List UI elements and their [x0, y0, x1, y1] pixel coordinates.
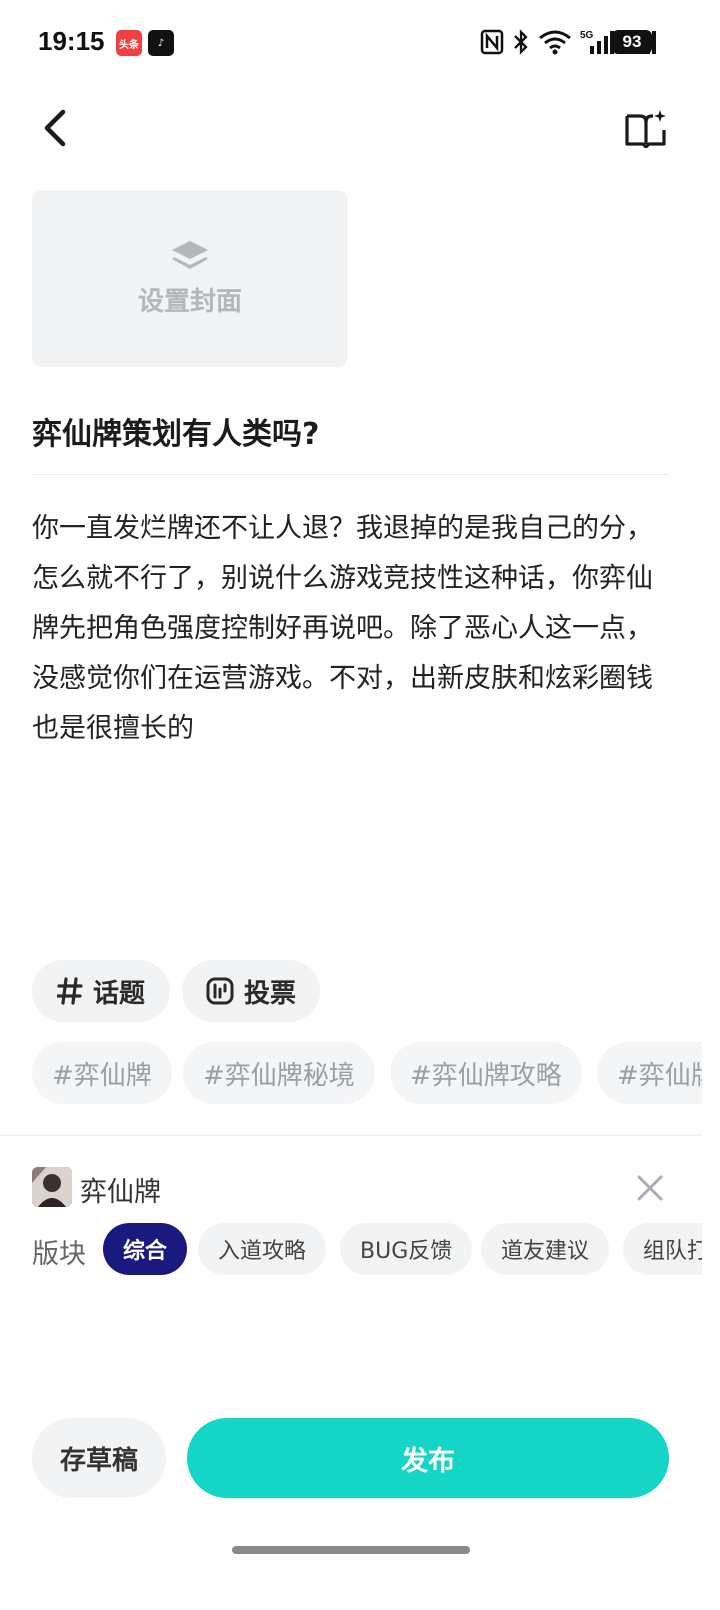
section-chip-suggestions[interactable]: 道友建议: [481, 1223, 610, 1275]
writing-guide-button[interactable]: [618, 100, 674, 156]
hashtag-icon: [56, 977, 83, 1005]
post-body-input[interactable]: 你一直发烂牌还不让人退？我退掉的是我自己的分，怎么就不行了，别说什么游戏竞技性这…: [32, 504, 672, 754]
remove-game-button[interactable]: [630, 1170, 670, 1206]
network-label-1: 5G: [580, 30, 594, 41]
vote-label: 投票: [243, 978, 296, 1009]
publish-button[interactable]: 发布: [187, 1418, 669, 1498]
section-chip-general[interactable]: 综合: [103, 1223, 188, 1275]
chevron-left-icon: [44, 109, 66, 147]
section-chip-row: 综合 入道攻略 BUG反馈 道友建议 组队打: [103, 1223, 702, 1275]
title-divider: [32, 474, 670, 475]
game-name: 弈仙牌: [80, 1177, 161, 1208]
status-bar: 19:15 头条 ♪ 5G 5G 93: [0, 0, 720, 86]
save-draft-button[interactable]: 存草稿: [32, 1418, 166, 1498]
status-time: 19:15: [38, 26, 105, 56]
hashtag-suggestion[interactable]: #弈仙牌攻略: [390, 1042, 582, 1104]
section-chip-team-up[interactable]: 组队打: [623, 1223, 702, 1275]
signal-5g-icon: 5G: [580, 28, 614, 56]
set-cover-button[interactable]: 设置封面: [32, 190, 348, 367]
hashtag-suggestion[interactable]: #弈仙牌秘境: [183, 1042, 375, 1104]
toutiao-app-icon: 头条: [116, 30, 142, 56]
hashtag-suggestions: #弈仙牌 #弈仙牌秘境 #弈仙牌攻略 #弈仙牌: [32, 1042, 702, 1104]
bluetooth-icon: [512, 29, 530, 55]
close-icon: [637, 1175, 663, 1201]
hashtag-suggestion[interactable]: #弈仙牌: [597, 1042, 702, 1104]
vote-icon: [206, 977, 234, 1005]
section-chip-bug-report[interactable]: BUG反馈: [340, 1223, 473, 1275]
wifi-icon: [538, 29, 572, 55]
set-cover-label: 设置封面: [137, 287, 242, 317]
add-vote-button[interactable]: 投票: [182, 960, 320, 1022]
topic-label: 话题: [92, 978, 145, 1009]
battery-icon: 93: [612, 30, 652, 54]
game-avatar: [32, 1167, 72, 1207]
battery-tip: [653, 37, 656, 47]
section-chip-guide[interactable]: 入道攻略: [198, 1223, 327, 1275]
add-topic-button[interactable]: 话题: [32, 960, 170, 1022]
section-divider: [0, 1134, 702, 1136]
section-label: 版块: [32, 1239, 86, 1270]
nfc-icon: [480, 29, 504, 55]
back-button[interactable]: [30, 100, 80, 156]
layers-icon: [172, 241, 208, 269]
douyin-app-icon: ♪: [148, 30, 174, 56]
book-sparkle-icon: [625, 110, 666, 148]
post-title-input[interactable]: 弈仙牌策划有人类吗?: [32, 409, 670, 453]
hashtag-suggestion[interactable]: #弈仙牌: [32, 1042, 172, 1104]
home-indicator[interactable]: [232, 1546, 470, 1554]
